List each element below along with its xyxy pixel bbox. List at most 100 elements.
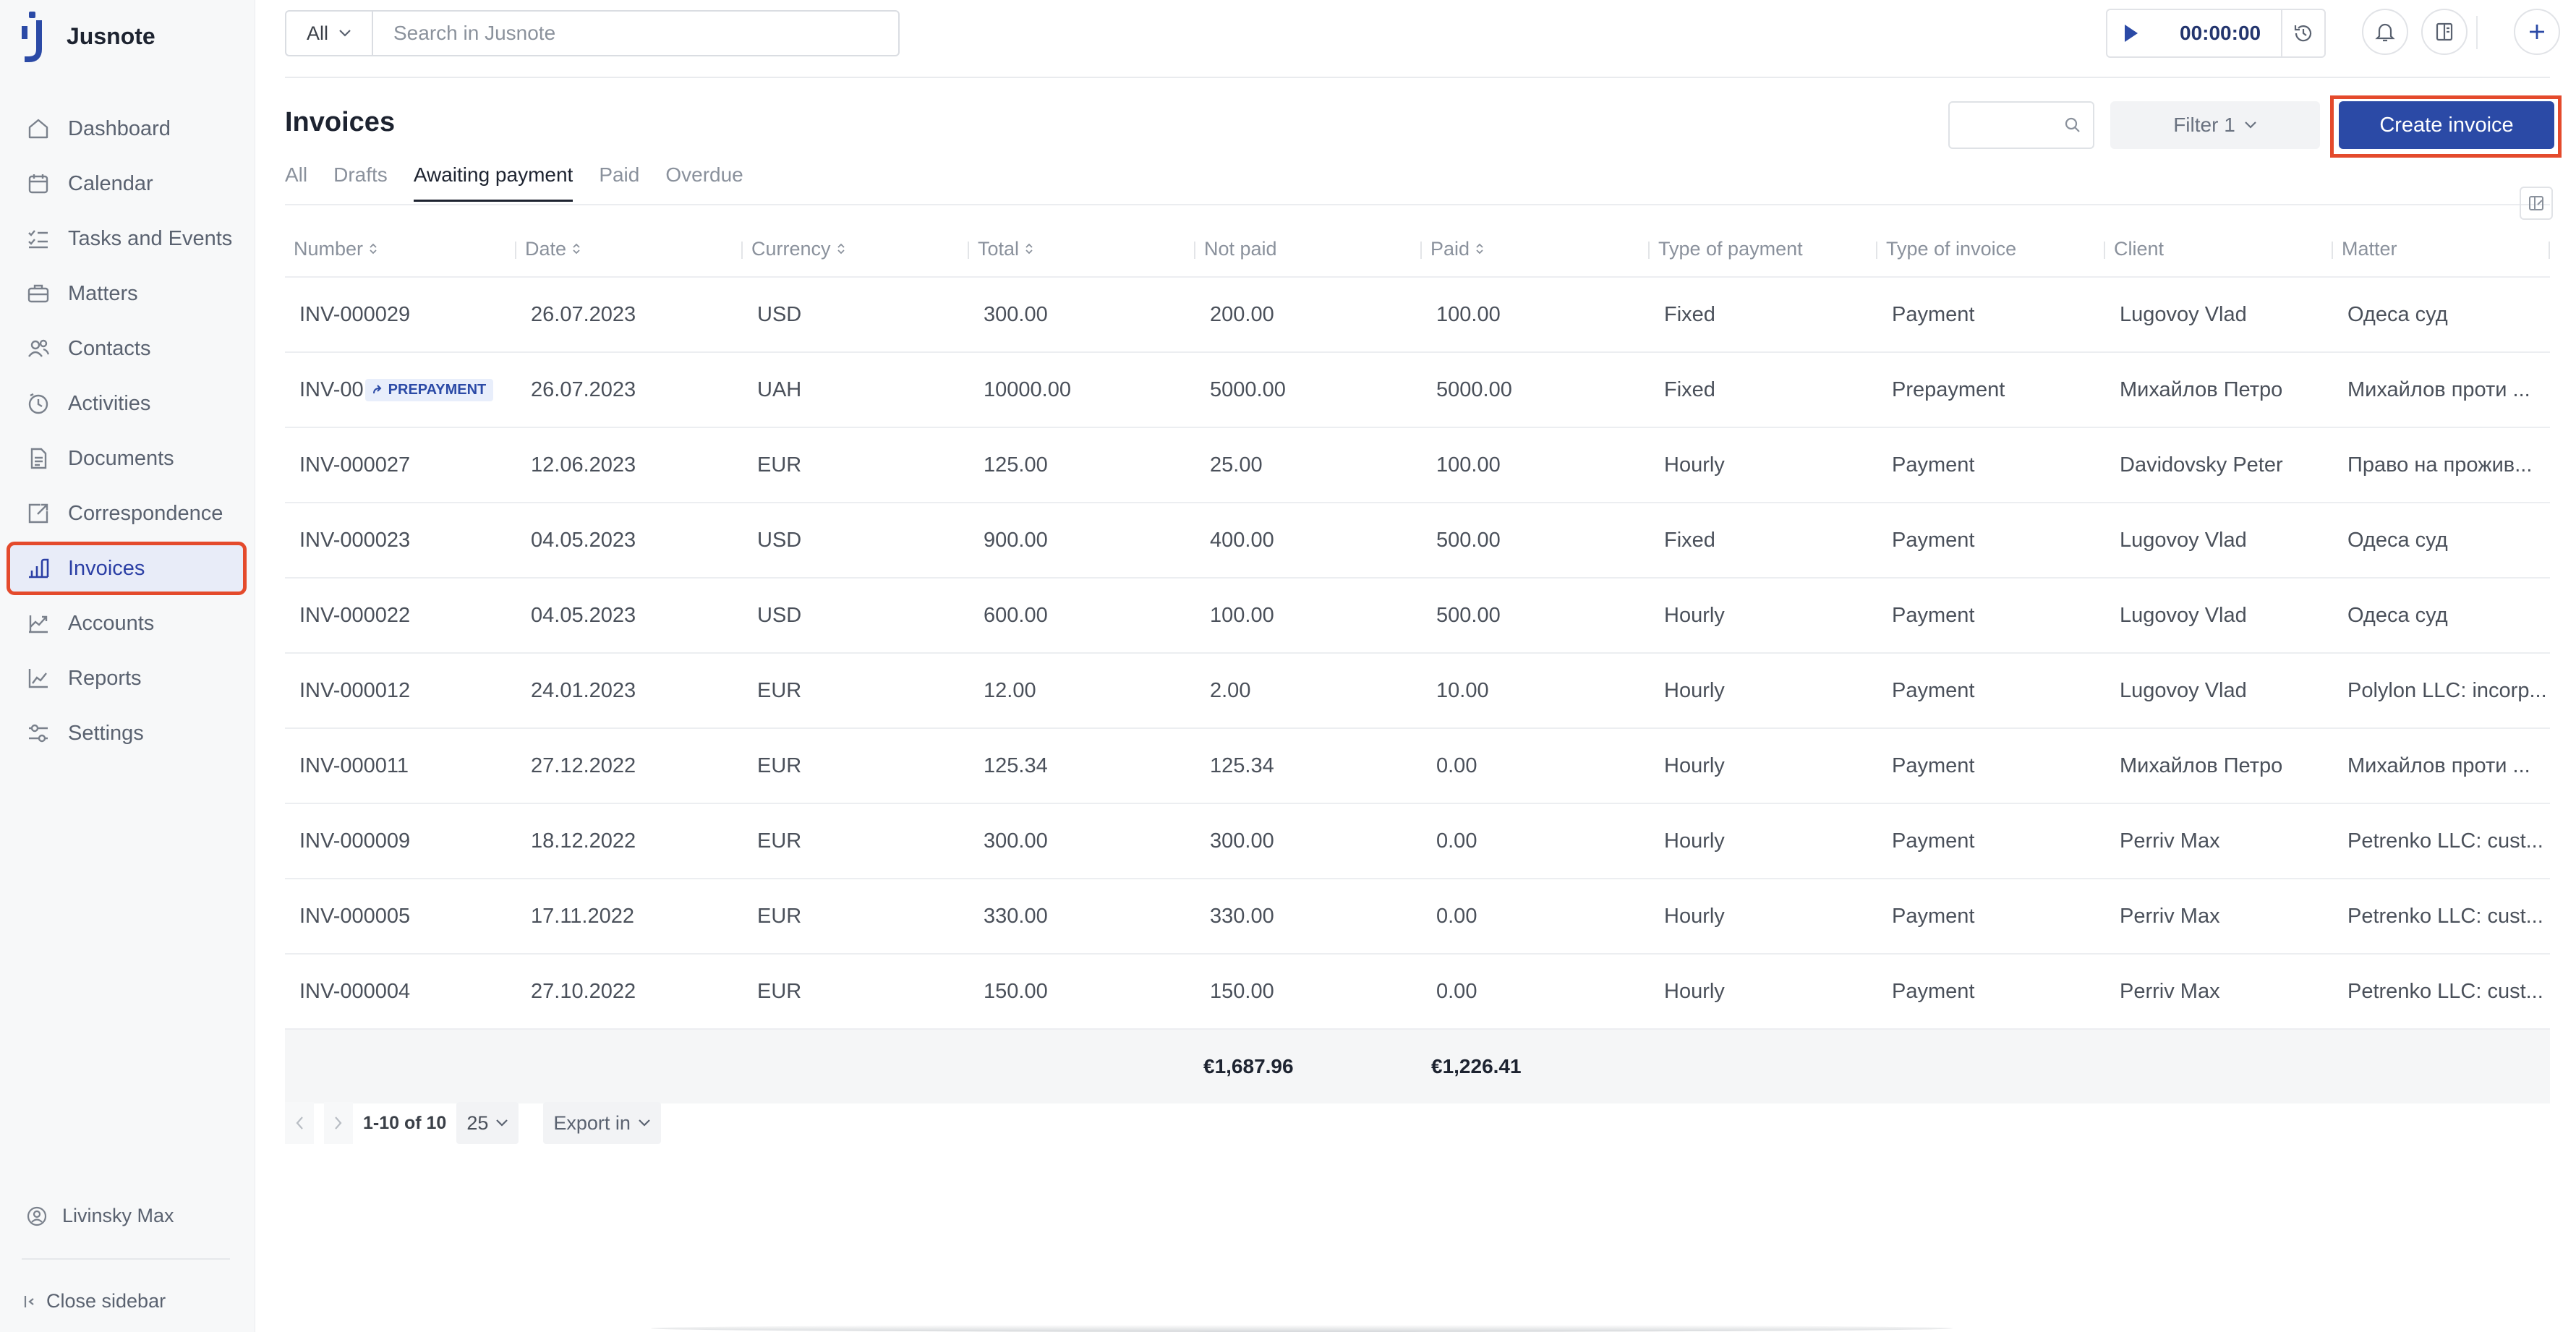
column-header-total[interactable]: Total — [969, 221, 1195, 276]
search-scope-select[interactable]: All — [286, 12, 373, 55]
sidebar-item-matters[interactable]: Matters — [10, 270, 243, 317]
cell-paid: 100.00 — [1436, 453, 1501, 477]
page-range: 1-10 of 10 — [363, 1112, 447, 1133]
cell-total: 10000.00 — [984, 377, 1071, 401]
timer-widget: 00:00:00 — [2106, 9, 2326, 58]
column-header-type-of-payment: Type of payment — [1650, 221, 1877, 276]
cell-date: 04.05.2023 — [531, 528, 636, 552]
cell-paid: 500.00 — [1436, 603, 1501, 627]
cell-matter: Михайлов проти ... — [2347, 753, 2530, 777]
cell-type-of-invoice: Payment — [1892, 753, 1975, 777]
logo[interactable]: Jusnote — [22, 10, 155, 62]
cell-paid: 500.00 — [1436, 528, 1501, 552]
column-header-number[interactable]: Number — [285, 221, 516, 276]
table-row[interactable]: INV-00 PREPAYMENT 26.07.2023 UAH 10000.00 500… — [285, 351, 2550, 427]
sidebar-item-calendar[interactable]: Calendar — [10, 161, 243, 207]
sidebar-item-label: Reports — [68, 666, 142, 690]
cell-date: 17.11.2022 — [531, 904, 634, 928]
column-header-paid[interactable]: Paid — [1422, 221, 1650, 276]
cell-matter: Право на прожив... — [2347, 453, 2533, 477]
tab-all[interactable]: All — [285, 163, 307, 202]
notes-button[interactable] — [2421, 9, 2468, 55]
timer-play-button[interactable] — [2107, 10, 2154, 56]
sidebar-item-contacts[interactable]: Contacts — [10, 325, 243, 372]
create-invoice-button[interactable]: Create invoice — [2339, 101, 2554, 149]
cell-currency: EUR — [757, 979, 802, 1003]
search-input[interactable] — [373, 21, 898, 46]
cell-type-of-invoice: Payment — [1892, 829, 1975, 853]
cell-currency: EUR — [757, 453, 802, 477]
cell-type-of-invoice: Payment — [1892, 979, 1975, 1003]
sidebar-divider — [22, 1258, 230, 1260]
column-settings-button[interactable] — [2520, 187, 2553, 220]
tab-drafts[interactable]: Drafts — [333, 163, 388, 202]
filter-button[interactable]: Filter 1 — [2110, 101, 2320, 149]
bottom-shadow — [651, 1325, 1953, 1332]
table-row[interactable]: INV-000027 12.06.2023 EUR 125.00 25.00 100.00… — [285, 427, 2550, 502]
notifications-button[interactable] — [2362, 9, 2408, 55]
cell-type-of-payment: Hourly — [1664, 753, 1725, 777]
clock-icon — [26, 391, 51, 416]
prepayment-badge: PREPAYMENT — [364, 378, 494, 401]
table-search-input[interactable] — [1948, 101, 2094, 149]
table-row[interactable]: INV-000022 04.05.2023 USD 600.00 100.00 500.0… — [285, 577, 2550, 652]
sidebar-item-settings[interactable]: Settings — [10, 710, 243, 756]
column-header-label: Date — [525, 237, 567, 260]
user-profile[interactable]: Livinsky Max — [26, 1205, 174, 1227]
cell-total: 300.00 — [984, 829, 1048, 853]
sidebar-item-documents[interactable]: Documents — [10, 435, 243, 482]
cell-number: INV-000023 — [299, 528, 411, 552]
cell-type-of-payment: Fixed — [1664, 302, 1715, 326]
bell-icon — [2375, 23, 2395, 42]
next-page-button[interactable] — [324, 1102, 353, 1144]
sidebar-item-invoices[interactable]: Invoices — [7, 542, 247, 595]
sidebar-item-activities[interactable]: Activities — [10, 380, 243, 427]
search-icon — [2065, 117, 2080, 132]
notes-icon — [2436, 22, 2453, 41]
sidebar-item-tasks-and-events[interactable]: Tasks and Events — [10, 215, 243, 262]
accounts-icon — [26, 611, 51, 636]
export-select[interactable]: Export in — [543, 1102, 661, 1144]
table-row[interactable]: INV-000012 24.01.2023 EUR 12.00 2.00 10.00 Hou… — [285, 652, 2550, 727]
user-name: Livinsky Max — [62, 1205, 174, 1226]
table-row[interactable]: INV-000004 27.10.2022 EUR 150.00 150.00 0.00 H… — [285, 953, 2550, 1028]
table-row[interactable]: INV-000005 17.11.2022 EUR 330.00 330.00 0.00 H… — [285, 878, 2550, 953]
sidebar-item-dashboard[interactable]: Dashboard — [10, 106, 243, 152]
cell-paid: 0.00 — [1436, 979, 1477, 1003]
sidebar-item-accounts[interactable]: Accounts — [10, 600, 243, 646]
sidebar-item-label: Accounts — [68, 611, 155, 635]
table-row[interactable]: INV-000023 04.05.2023 USD 900.00 400.00 500.0… — [285, 502, 2550, 577]
cell-not-paid: 125.34 — [1210, 753, 1274, 777]
timer-history-button[interactable] — [2281, 10, 2324, 56]
sidebar-item-label: Invoices — [68, 556, 145, 580]
sidebar-item-reports[interactable]: Reports — [10, 655, 243, 701]
cell-not-paid: 330.00 — [1210, 904, 1274, 928]
page-size-select[interactable]: 25 — [456, 1102, 519, 1144]
close-sidebar-button[interactable]: Close sidebar — [23, 1290, 166, 1312]
plus-icon — [2530, 25, 2544, 39]
table-row[interactable]: INV-000029 26.07.2023 USD 300.00 200.00 100.0… — [285, 276, 2550, 351]
tab-paid[interactable]: Paid — [599, 163, 639, 202]
column-header-currency[interactable]: Currency — [743, 221, 969, 276]
tab-overdue[interactable]: Overdue — [665, 163, 743, 202]
cell-client: Lugovoy Vlad — [2120, 603, 2247, 627]
cell-number: INV-000029 — [299, 302, 411, 326]
column-header-date[interactable]: Date — [516, 221, 743, 276]
close-sidebar-label: Close sidebar — [46, 1290, 166, 1312]
add-new-button[interactable] — [2514, 9, 2560, 55]
table-row[interactable]: INV-000009 18.12.2022 EUR 300.00 300.00 0.00 H… — [285, 803, 2550, 878]
table-row[interactable]: INV-000011 27.12.2022 EUR 125.34 125.34 0.00 H… — [285, 727, 2550, 803]
filter-label: Filter 1 — [2173, 114, 2235, 136]
sort-icon — [1025, 238, 1033, 260]
cell-number: INV-000009 — [299, 829, 411, 853]
cell-client: Михайлов Петро — [2120, 753, 2283, 777]
column-header-label: Paid — [1430, 237, 1470, 260]
cell-total: 12.00 — [984, 678, 1036, 702]
cell-number: INV-000004 — [299, 979, 411, 1003]
tab-awaiting-payment[interactable]: Awaiting payment — [413, 163, 573, 202]
sort-icon — [837, 238, 845, 260]
cell-type-of-invoice: Payment — [1892, 603, 1975, 627]
column-header-label: Total — [978, 237, 1020, 260]
sidebar-item-correspondence[interactable]: Correspondence — [10, 490, 243, 537]
prev-page-button[interactable] — [285, 1102, 314, 1144]
